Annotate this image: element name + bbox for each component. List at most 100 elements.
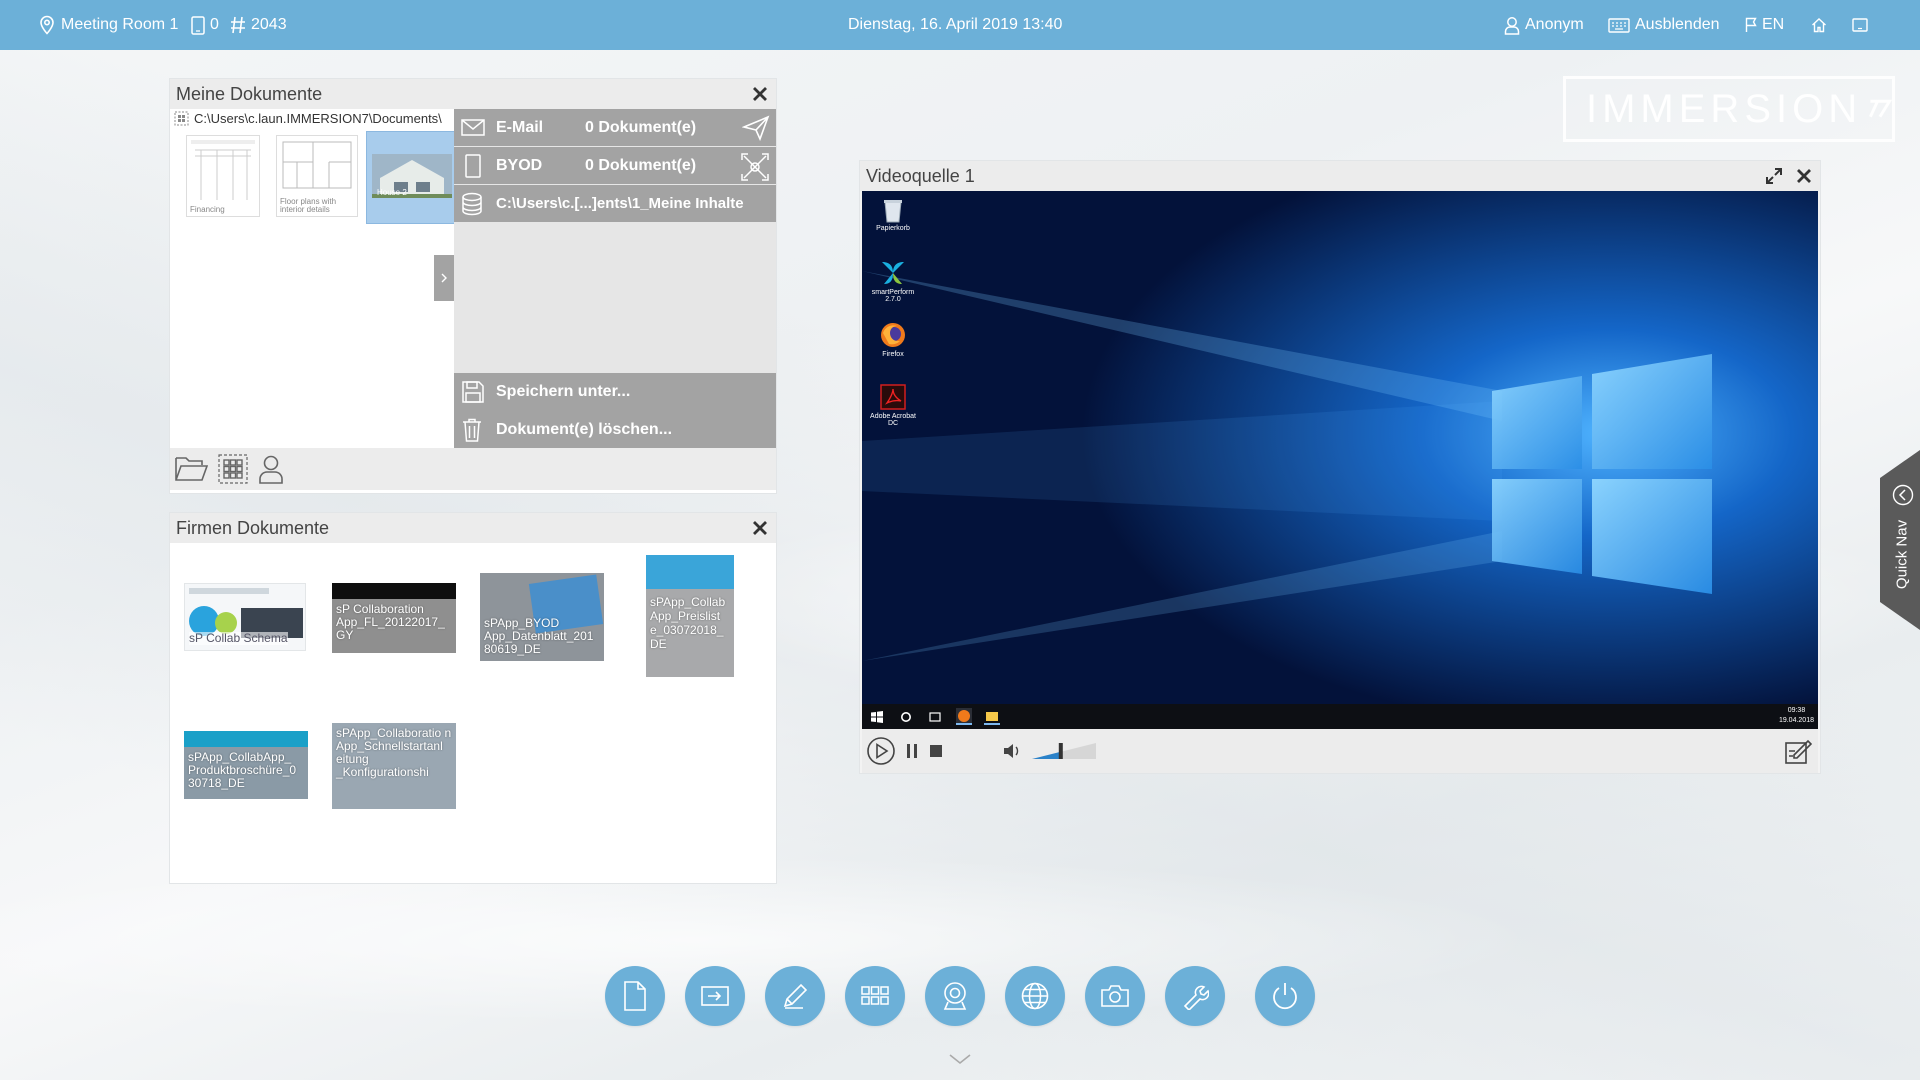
webcam-button[interactable]	[925, 966, 985, 1026]
location-pin-icon	[40, 15, 54, 35]
annotate-button[interactable]	[765, 966, 825, 1026]
video-source-panel: Videoquelle 1 Papierkorb smartPerform 2.…	[860, 161, 1820, 773]
company-document-item[interactable]: sP Collaboration App_FL_20122017_ GY	[332, 583, 456, 653]
cortana-icon[interactable]	[900, 711, 912, 723]
play-icon[interactable]	[866, 736, 896, 766]
wrench-icon	[1183, 985, 1209, 1010]
financing-preview	[191, 140, 255, 200]
home-icon	[1812, 18, 1826, 33]
hide-label: Ausblenden	[1635, 16, 1720, 33]
delete-row[interactable]: Dokument(e) löschen...	[454, 411, 776, 448]
document-button[interactable]	[605, 966, 665, 1026]
screenshot-button[interactable]	[1085, 966, 1145, 1026]
byod-row[interactable]: BYOD 0 Dokument(e)	[454, 147, 776, 184]
select-all-icon[interactable]	[218, 454, 248, 484]
trash-icon	[463, 418, 481, 442]
desktop-icon-firefox[interactable]: Firefox	[866, 321, 920, 358]
power-button[interactable]	[1255, 966, 1315, 1026]
send-icon[interactable]	[742, 114, 770, 142]
video-controls	[862, 729, 1818, 773]
video-stream[interactable]: Papierkorb smartPerform 2.7.0 Firefox Ad…	[862, 191, 1818, 729]
company-document-label: sP Collab Schema	[189, 631, 288, 645]
close-icon[interactable]	[1794, 166, 1814, 186]
company-documents-header[interactable]: Firmen Dokumente	[170, 513, 776, 543]
save-as-label: Speichern unter...	[496, 383, 631, 400]
firefox-taskbar-icon[interactable]	[956, 708, 972, 725]
company-document-item[interactable]: sPApp_BYOD App_Datenblatt_201 80619_DE	[480, 573, 604, 661]
thumbnail-label: Financing	[190, 205, 225, 214]
tablet-landscape-icon	[1852, 18, 1868, 32]
company-document-item[interactable]: sP Collab Schema	[184, 583, 306, 651]
video-source-title: Videoquelle 1	[866, 165, 975, 186]
thumbnail-label: Floor plans with interior details	[280, 197, 337, 214]
document-share-menu: E-Mail 0 Dokument(e) BYOD 0 Dokument(e) …	[454, 109, 776, 448]
document-path[interactable]: C:\Users\c.laun.IMMERSION7\Documents\	[174, 111, 464, 126]
task-view-icon[interactable]	[928, 711, 942, 723]
company-document-item[interactable]: sPApp_Collaboratio n App_Schnellstartanl…	[332, 723, 456, 809]
expand-icon[interactable]	[1764, 166, 1784, 186]
volume-slider[interactable]	[1032, 739, 1096, 761]
chevron-left-circle-icon	[1892, 484, 1914, 506]
explorer-taskbar-icon[interactable]	[984, 708, 1000, 725]
input-source-button[interactable]	[685, 966, 745, 1026]
company-document-label: sPApp_Collab App_Preislist e_03072018_ D…	[650, 595, 726, 651]
thumbnail-label: House 2	[377, 188, 407, 197]
cross-arrows-icon[interactable]	[740, 152, 770, 182]
company-document-item[interactable]: sPApp_Collab App_Preislist e_03072018_ D…	[646, 555, 734, 677]
tablet-icon	[465, 154, 481, 178]
document-thumbnail[interactable]: Floor plans with interior details	[276, 135, 358, 217]
open-folder-icon[interactable]	[174, 454, 208, 484]
logo-mark-icon	[1869, 99, 1892, 118]
expand-tab[interactable]	[434, 255, 454, 301]
desktop-icon-acrobat[interactable]: Adobe Acrobat DC	[866, 383, 920, 427]
close-icon[interactable]	[750, 84, 770, 104]
user-button[interactable]: Anonym	[1504, 0, 1584, 50]
taskbar-clock: 09:38 19.04.2018	[1779, 706, 1814, 726]
date-time: Dienstag, 16. April 2019 13:40	[848, 16, 1063, 33]
desktop-icon-label: Papierkorb	[876, 225, 910, 232]
home-button[interactable]	[1811, 0, 1827, 50]
language-button[interactable]: EN	[1745, 0, 1784, 50]
hide-button[interactable]: Ausblenden	[1608, 0, 1720, 50]
envelope-icon	[461, 119, 485, 136]
email-row[interactable]: E-Mail 0 Dokument(e)	[454, 109, 776, 146]
select-all-icon	[174, 111, 189, 126]
close-icon[interactable]	[750, 518, 770, 538]
stop-icon[interactable]	[929, 744, 943, 758]
company-document-item[interactable]: sPApp_CollabApp_ Produktbroschüre_0 3071…	[184, 731, 308, 799]
devices-indicator[interactable]: 0	[191, 0, 219, 50]
quick-nav-tab[interactable]: Quick Nav	[1880, 450, 1920, 630]
desktop-icon-label: smartPerform 2.7.0	[871, 289, 915, 303]
volume-icon[interactable]	[1003, 743, 1021, 759]
save-icon	[462, 381, 484, 403]
preview-header	[646, 555, 734, 589]
byod-label: BYOD	[496, 156, 543, 174]
document-icon	[624, 981, 646, 1011]
display-button[interactable]	[1852, 0, 1868, 50]
user-icon[interactable]	[258, 454, 284, 484]
path-row[interactable]: C:\Users\c.[...]ents\1_Meine Inhalte	[454, 185, 776, 222]
document-thumbnail[interactable]: Financing	[186, 135, 260, 217]
top-bar: Meeting Room 1 0 2043 Dienstag, 16. Apri…	[0, 0, 1920, 50]
document-thumbnail-selected[interactable]: House 2	[366, 131, 456, 224]
apps-grid-button[interactable]	[845, 966, 905, 1026]
document-path-text: C:\Users\c.laun.IMMERSION7\Documents\	[194, 111, 442, 126]
folder-icon	[986, 712, 998, 721]
windows-start-icon[interactable]	[871, 711, 883, 723]
floorplan-preview	[282, 141, 352, 189]
room-indicator[interactable]: Meeting Room 1	[38, 0, 178, 50]
hash-icon	[231, 16, 245, 34]
my-documents-header[interactable]: Meine Dokumente	[170, 79, 776, 109]
company-document-label: sP Collaboration App_FL_20122017_ GY	[336, 602, 445, 642]
flag-icon	[1745, 17, 1757, 32]
desktop-icon-smartperform[interactable]: smartPerform 2.7.0	[866, 259, 920, 303]
browser-button[interactable]	[1005, 966, 1065, 1026]
edit-note-icon[interactable]	[1784, 737, 1812, 765]
settings-button[interactable]	[1165, 966, 1225, 1026]
chevron-down-icon[interactable]	[948, 1053, 972, 1065]
video-source-header[interactable]: Videoquelle 1	[860, 161, 1820, 191]
save-as-row[interactable]: Speichern unter...	[454, 373, 776, 411]
pause-icon[interactable]	[905, 743, 919, 759]
preview-black-bar	[332, 583, 456, 599]
desktop-icon-recycle-bin[interactable]: Papierkorb	[866, 197, 920, 232]
